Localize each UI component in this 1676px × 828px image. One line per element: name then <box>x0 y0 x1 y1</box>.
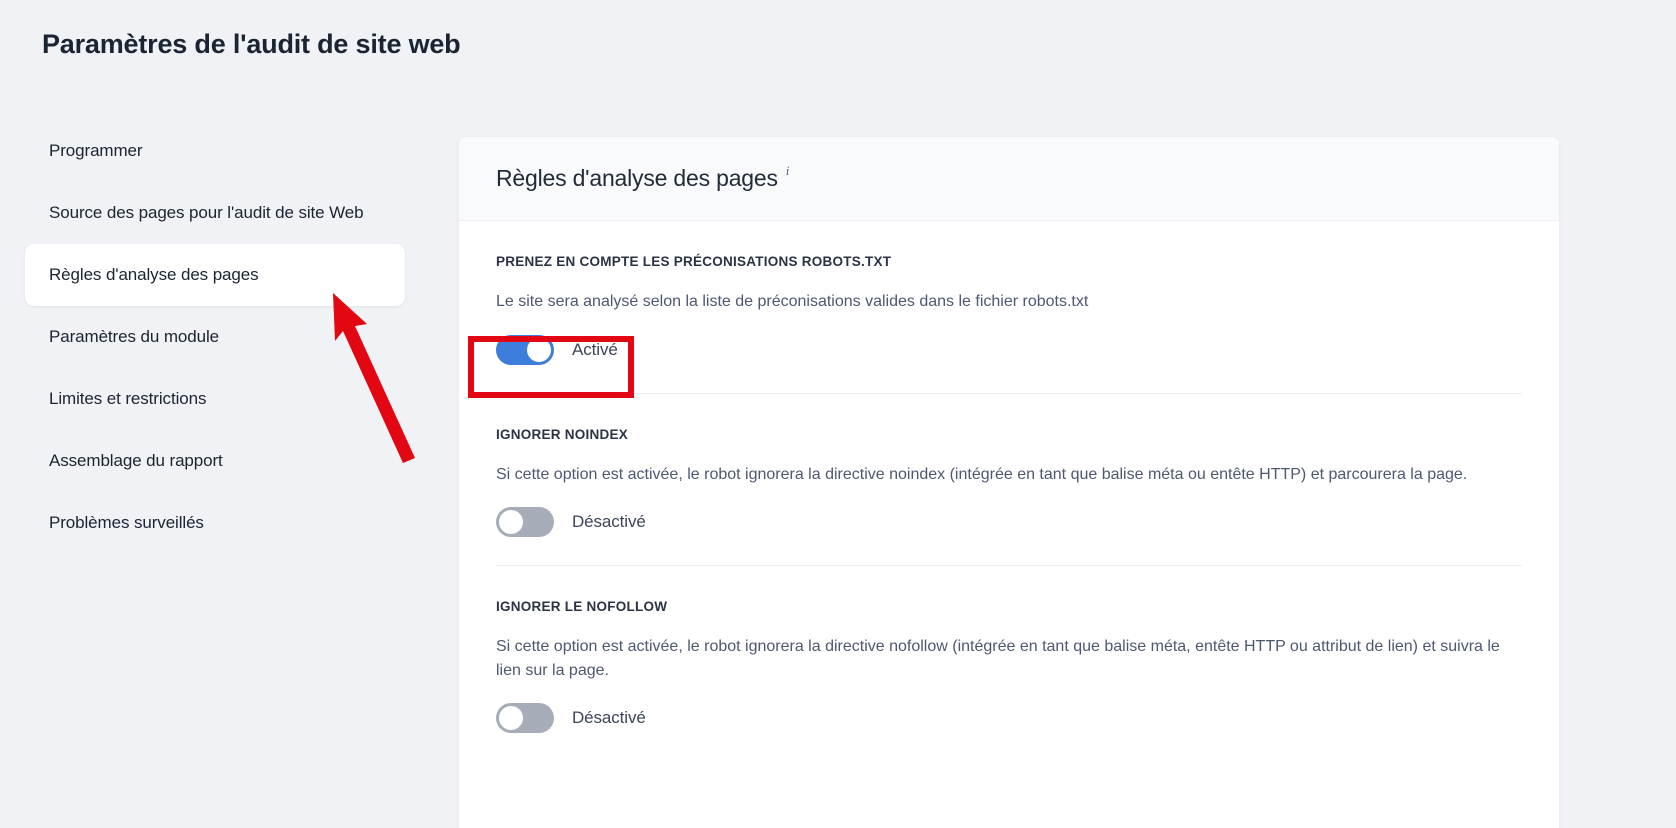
toggle-state-label: Activé <box>572 339 618 359</box>
sidebar-item-parametres-du-module[interactable]: Paramètres du module <box>0 306 430 368</box>
setting-toggle-row: Désactivé <box>496 703 1522 734</box>
toggle-knob <box>499 510 523 535</box>
settings-sidebar: Programmer Source des pages pour l'audit… <box>0 120 430 828</box>
setting-section-ignorer-le-nofollow: IGNORER LE NOFOLLOW Si cette option est … <box>459 566 1559 761</box>
setting-label: PRENEZ EN COMPTE LES PRÉCONISATIONS ROBO… <box>496 254 892 269</box>
sidebar-item-assemblage-du-rapport[interactable]: Assemblage du rapport <box>0 430 430 492</box>
setting-label: IGNORER NOINDEX <box>496 426 629 442</box>
panel-title: Règles d'analyse des pages <box>496 165 778 191</box>
sidebar-item-limites-et-restrictions[interactable]: Limites et restrictions <box>0 368 430 430</box>
toggle-knob <box>499 706 523 731</box>
setting-section-ignorer-noindex: IGNORER NOINDEX Si cette option est acti… <box>459 394 1559 567</box>
sidebar-item-label: Règles d'analyse des pages <box>49 265 259 284</box>
sidebar-item-label: Assemblage du rapport <box>49 451 223 470</box>
sidebar-item-source-des-pages[interactable]: Source des pages pour l'audit de site We… <box>0 182 430 244</box>
info-icon[interactable]: i <box>786 163 790 179</box>
sidebar-item-problemes-surveilles[interactable]: Problèmes surveillés <box>0 492 430 554</box>
sidebar-item-programmer[interactable]: Programmer <box>0 120 430 182</box>
setting-description: Si cette option est activée, le robot ig… <box>496 465 1468 483</box>
page-title: Paramètres de l'audit de site web <box>42 29 461 59</box>
sidebar-item-label: Source des pages pour l'audit de site We… <box>49 203 364 222</box>
sidebar-item-regles-danalyse-des-pages[interactable]: Règles d'analyse des pages <box>25 244 405 306</box>
ignorer-nofollow-toggle[interactable] <box>496 703 554 734</box>
setting-section-robots-txt: PRENEZ EN COMPTE LES PRÉCONISATIONS ROBO… <box>459 221 1559 394</box>
robots-txt-toggle[interactable] <box>496 334 554 365</box>
setting-description: Le site sera analysé selon la liste de p… <box>496 293 1089 310</box>
settings-panel: Règles d'analyse des pages i PRENEZ EN C… <box>459 137 1559 828</box>
sidebar-item-label: Paramètres du module <box>49 327 219 346</box>
sidebar-item-label: Programmer <box>49 141 143 160</box>
toggle-state-label: Désactivé <box>572 708 646 728</box>
panel-header: Règles d'analyse des pages i <box>459 137 1559 221</box>
sidebar-item-label: Limites et restrictions <box>49 389 207 408</box>
toggle-state-label: Désactivé <box>572 512 646 532</box>
sidebar-item-label: Problèmes surveillés <box>49 513 204 532</box>
toggle-knob <box>527 337 551 362</box>
ignorer-noindex-toggle[interactable] <box>496 507 554 538</box>
setting-label: IGNORER LE NOFOLLOW <box>496 599 668 615</box>
setting-toggle-row: Activé <box>496 334 1522 365</box>
setting-description: Si cette option est activée, le robot ig… <box>496 638 1500 679</box>
setting-toggle-row: Désactivé <box>496 507 1522 538</box>
